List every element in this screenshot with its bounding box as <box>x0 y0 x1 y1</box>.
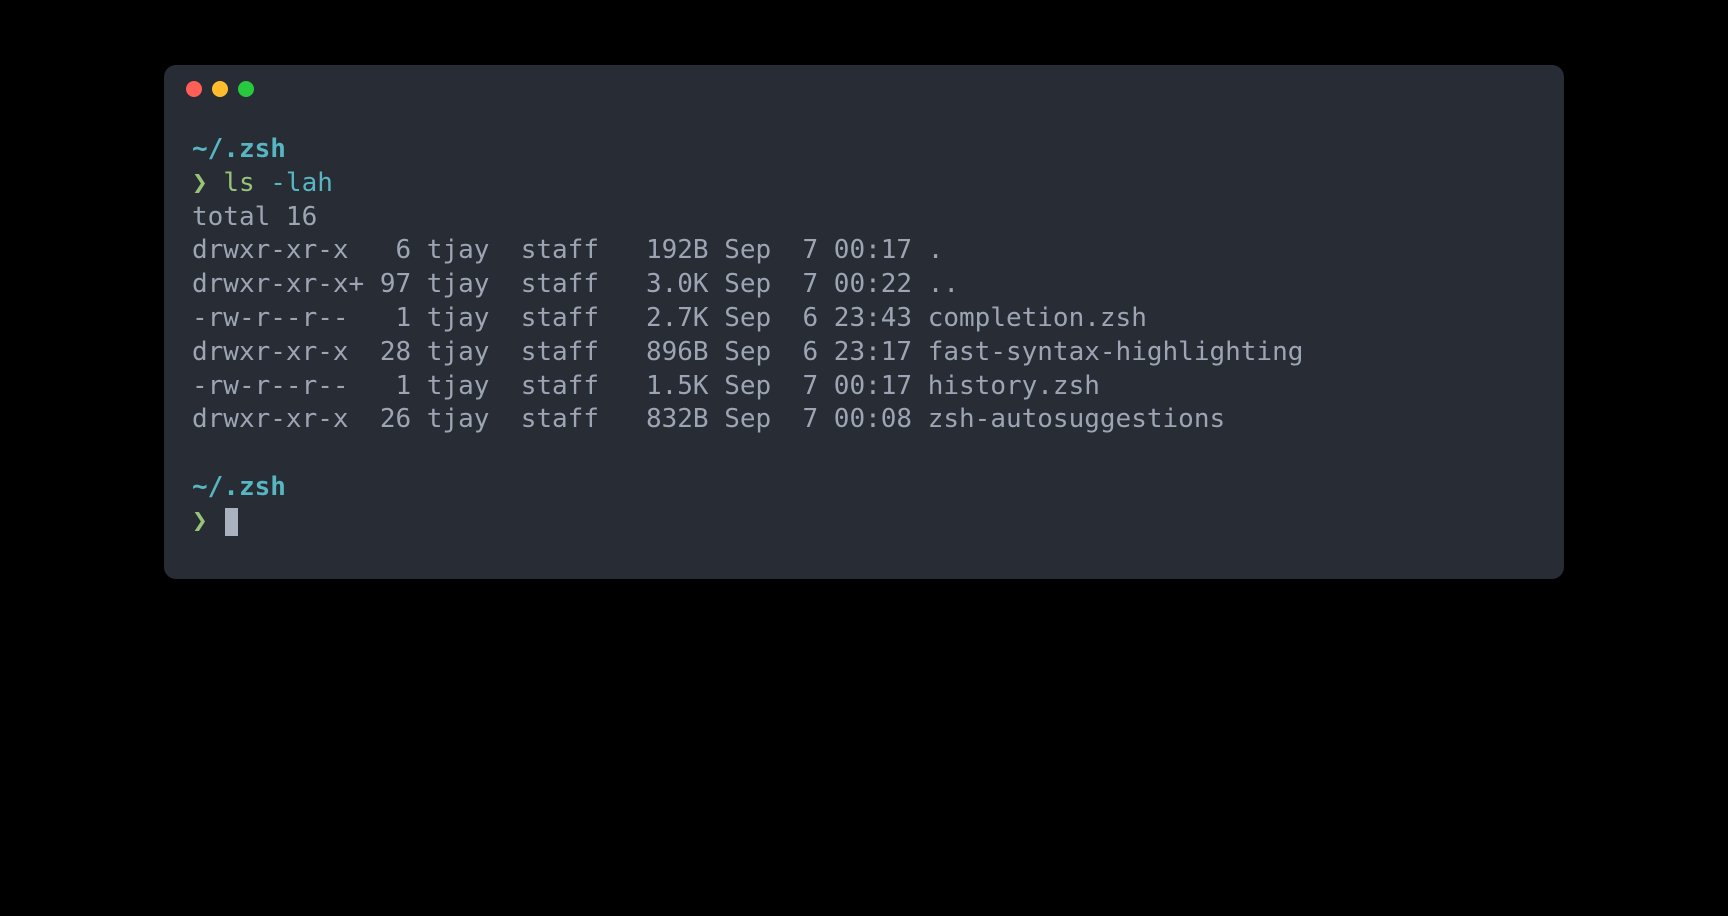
list-item: drwxr-xr-x+ 97 tjay staff 3.0K Sep 7 00:… <box>192 268 1536 302</box>
list-item: drwxr-xr-x 28 tjay staff 896B Sep 6 23:1… <box>192 336 1536 370</box>
prompt-path-line: ~/.zsh <box>192 133 1536 167</box>
close-icon[interactable] <box>186 81 202 97</box>
window-titlebar <box>164 65 1564 113</box>
maximize-icon[interactable] <box>238 81 254 97</box>
command-flags: -lah <box>270 168 333 198</box>
output-total: total 16 <box>192 201 1536 235</box>
list-item: -rw-r--r-- 1 tjay staff 1.5K Sep 7 00:17… <box>192 370 1536 404</box>
list-item: drwxr-xr-x 6 tjay staff 192B Sep 7 00:17… <box>192 234 1536 268</box>
prompt-path-line: ~/.zsh <box>192 471 1536 505</box>
prompt-input-line[interactable]: ❯ <box>192 505 1536 539</box>
prompt-command-line: ❯ ls -lah <box>192 167 1536 201</box>
minimize-icon[interactable] <box>212 81 228 97</box>
terminal-body[interactable]: ~/.zsh ❯ ls -lah total 16 drwxr-xr-x 6 t… <box>164 113 1564 579</box>
prompt-arrow-icon: ❯ <box>192 168 208 198</box>
cwd-path: ~/.zsh <box>192 472 286 502</box>
terminal-window: ~/.zsh ❯ ls -lah total 16 drwxr-xr-x 6 t… <box>164 65 1564 579</box>
command-name: ls <box>223 168 254 198</box>
prompt-arrow-icon: ❯ <box>192 506 208 536</box>
cwd-path: ~/.zsh <box>192 134 286 164</box>
cursor-icon <box>225 508 238 536</box>
blank-line <box>192 437 1536 471</box>
list-item: -rw-r--r-- 1 tjay staff 2.7K Sep 6 23:43… <box>192 302 1536 336</box>
list-item: drwxr-xr-x 26 tjay staff 832B Sep 7 00:0… <box>192 403 1536 437</box>
